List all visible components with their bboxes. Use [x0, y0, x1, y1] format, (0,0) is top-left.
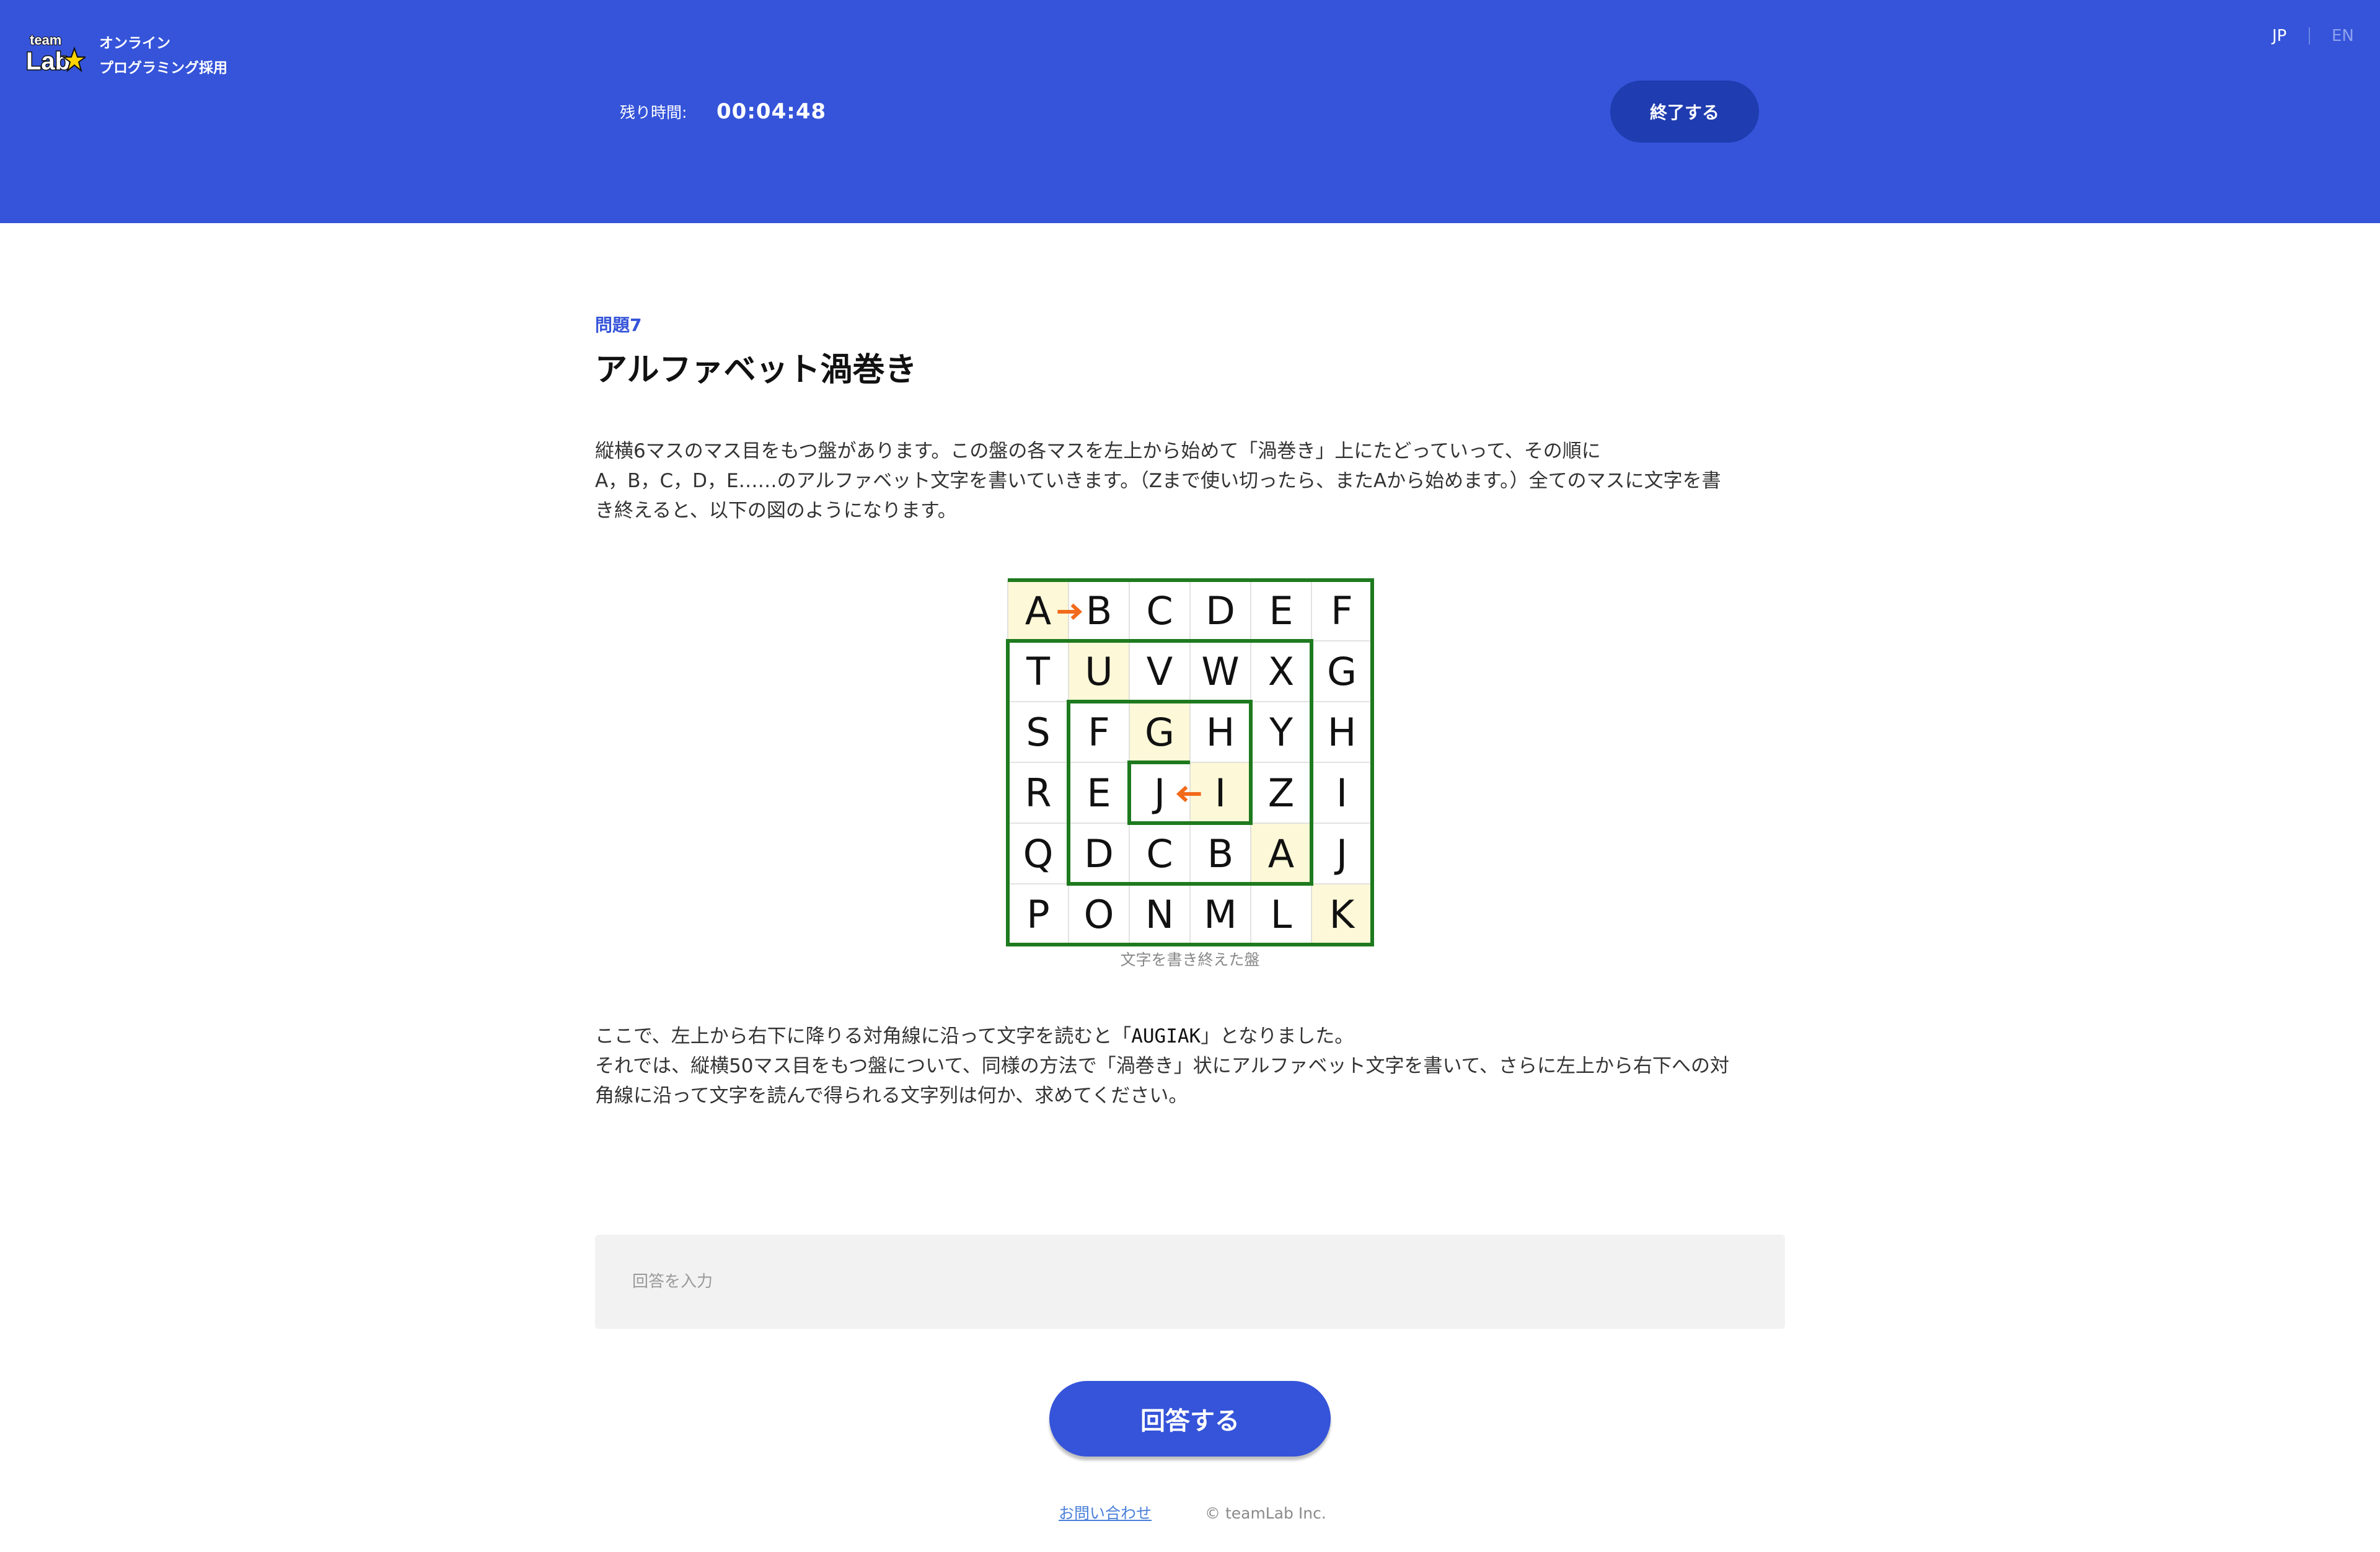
grid-letter: Q — [1023, 831, 1054, 876]
grid-letter: V — [1147, 649, 1173, 694]
submit-answer-button[interactable]: 回答する — [1049, 1381, 1331, 1457]
grid-letter: I — [1215, 770, 1226, 816]
grid-letter: U — [1085, 649, 1113, 694]
spiral-grid-figure: A B C D E FT U V W X GS F G H Y HR E J I Z IQ D C B A JP O N M L K — [1006, 578, 1374, 946]
description-line: A，B，C，D，E……のアルファベット文字を書いていきます。（Zまで使い切ったら… — [595, 470, 1721, 492]
grid-letter: B — [1207, 831, 1234, 876]
grid-letter: R — [1025, 770, 1051, 816]
question-text: ここで、左上から右下に降りる対角線に沿って文字を読むと「 — [595, 1025, 1132, 1047]
svg-text:team: team — [30, 32, 61, 48]
grid-letter: K — [1329, 892, 1355, 937]
grid-letter: N — [1145, 892, 1174, 937]
contact-link[interactable]: お問い合わせ — [1059, 1502, 1152, 1525]
grid-letter: D — [1205, 588, 1235, 633]
grid-letter: P — [1026, 892, 1049, 937]
lang-en-link[interactable]: EN — [2332, 25, 2354, 47]
grid-letter: J — [1334, 831, 1347, 876]
question-line: ここで、左上から右下に降りる対角線に沿って文字を読むと「AUGIAK」となりまし… — [595, 1021, 1785, 1051]
grid-letter: G — [1145, 710, 1175, 755]
grid-letter: S — [1026, 710, 1050, 755]
top-header: team Lab オンライン プログラミング採用 残り時間: 00:04:48 … — [0, 0, 2380, 223]
problem-question: ここで、左上から右下に降りる対角線に沿って文字を読むと「AUGIAK」となりまし… — [595, 1021, 1785, 1111]
grid-letter: F — [1331, 588, 1353, 633]
question-line: それでは、縦横50マス目をもつ盤について、同様の方法で「渦巻き」状にアルファベッ… — [595, 1055, 1729, 1077]
answer-input[interactable] — [595, 1235, 1785, 1329]
brand-line-1: オンライン — [99, 35, 170, 51]
grid-letter: C — [1146, 831, 1173, 876]
lang-jp-link[interactable]: JP — [2272, 25, 2286, 47]
problem-number: 問題7 — [595, 315, 642, 335]
grid-letter: X — [1268, 649, 1294, 694]
grid-letter: Y — [1269, 710, 1293, 755]
brand-title: オンライン プログラミング採用 — [99, 31, 227, 81]
question-line: 角線に沿って文字を読んで得られる文字列は何か、求めてください。 — [595, 1085, 1188, 1107]
grid-letter: C — [1146, 588, 1173, 633]
grid-letter: O — [1084, 892, 1114, 937]
grid-letter: T — [1026, 649, 1051, 694]
question-text: 」となりました。 — [1201, 1025, 1354, 1047]
teamlab-logo[interactable]: team Lab — [24, 30, 86, 78]
problem-title: アルファベット渦巻き — [595, 351, 917, 389]
grid-letter: W — [1201, 649, 1239, 694]
svg-text:Lab: Lab — [26, 48, 70, 75]
remaining-time-label: 残り時間: — [620, 104, 687, 121]
grid-letter: H — [1328, 710, 1357, 755]
grid-letter: L — [1271, 892, 1292, 937]
diagonal-example-code: AUGIAK — [1131, 1025, 1201, 1047]
grid-letter: F — [1088, 710, 1110, 755]
figure-caption: 文字を書き終えた盤 — [1120, 951, 1260, 969]
grid-letter: H — [1206, 710, 1235, 755]
grid-letter: D — [1084, 831, 1114, 876]
problem-description: 縦横6マスのマス目をもつ盤があります。この盤の各マスを左上から始めて「渦巻き」上… — [595, 436, 1785, 526]
end-exam-button[interactable]: 終了する — [1610, 81, 1759, 143]
grid-letter: E — [1269, 588, 1293, 633]
copyright-text: © teamLab Inc. — [1205, 1504, 1326, 1522]
grid-letter: B — [1086, 588, 1113, 633]
grid-letter: M — [1204, 892, 1237, 937]
grid-letter: A — [1025, 588, 1051, 633]
description-line: き終えると、以下の図のようになります。 — [595, 500, 957, 522]
description-line: 縦横6マスのマス目をもつ盤があります。この盤の各マスを左上から始めて「渦巻き」上… — [595, 440, 1601, 462]
lang-divider — [2309, 27, 2310, 45]
grid-letter: J — [1152, 770, 1165, 816]
brand-line-2: プログラミング採用 — [99, 60, 227, 76]
remaining-time-value: 00:04:48 — [716, 99, 827, 124]
grid-letter: I — [1336, 770, 1347, 816]
grid-letter: Z — [1268, 770, 1294, 816]
grid-letter: A — [1268, 831, 1294, 876]
grid-letter: G — [1327, 649, 1357, 694]
grid-letter: E — [1086, 770, 1111, 816]
